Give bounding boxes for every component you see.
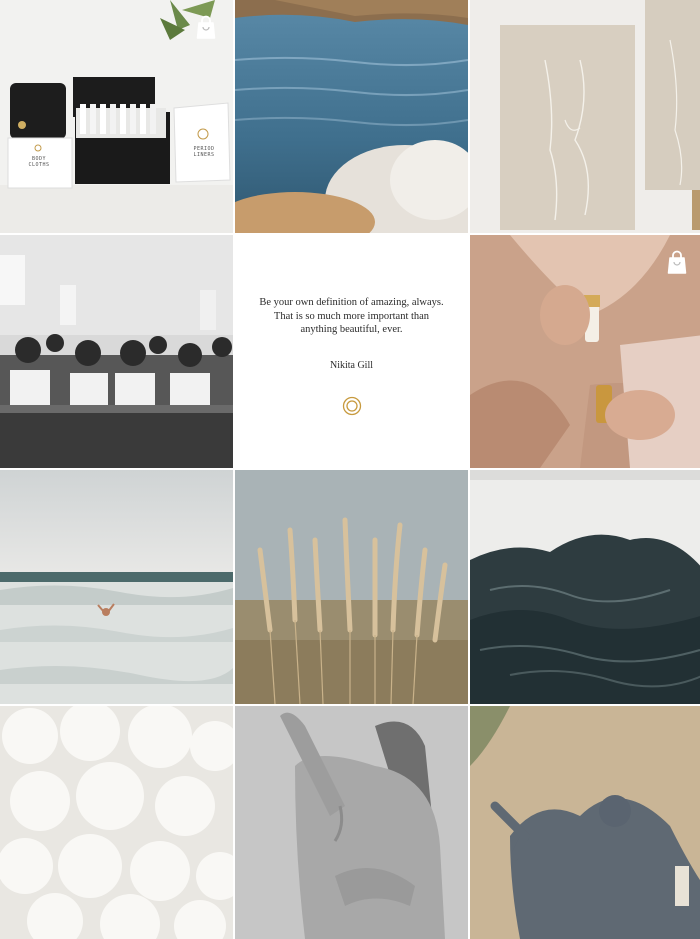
canvas-art-photo xyxy=(470,0,700,233)
tile-cotton[interactable] xyxy=(0,706,233,939)
shopping-bag-icon[interactable] xyxy=(662,247,692,277)
tile-wave-room[interactable] xyxy=(470,470,700,704)
tile-oil-bottles[interactable] xyxy=(470,235,700,468)
tile-quote[interactable]: Be your own definition of amazing, alway… xyxy=(235,235,468,468)
tile-classroom[interactable] xyxy=(0,235,233,468)
photo-feed-grid: BODY CLOTHS PERIOD LINERS Be your own de… xyxy=(0,0,700,939)
brand-rings-icon xyxy=(342,396,361,415)
tile-shadow-rock[interactable] xyxy=(470,706,700,939)
ocean-photo xyxy=(0,470,233,704)
period-liners-label: PERIOD LINERS xyxy=(193,146,215,158)
pampas-grass-photo xyxy=(235,470,468,704)
tile-back-figure[interactable] xyxy=(235,706,468,939)
shadow-rock-photo xyxy=(470,706,700,939)
quote-line: That is so much more important than xyxy=(273,310,430,322)
wave-room-photo xyxy=(470,470,700,704)
shopping-bag-icon[interactable] xyxy=(191,12,221,42)
tile-pampas-grass[interactable] xyxy=(235,470,468,704)
classroom-photo xyxy=(0,235,233,468)
tile-products[interactable]: BODY CLOTHS PERIOD LINERS xyxy=(0,0,233,233)
tile-sea-rocks[interactable] xyxy=(235,0,468,233)
quote-text: Be your own definition of amazing, alway… xyxy=(252,296,452,337)
sea-photo xyxy=(235,0,468,233)
quote-line: anything beautiful, ever. xyxy=(300,324,403,336)
tile-canvas-art[interactable] xyxy=(470,0,700,233)
quote-line: Be your own definition of amazing, alway… xyxy=(259,297,444,309)
body-cloths-label: BODY CLOTHS xyxy=(28,156,50,168)
back-figure-photo xyxy=(235,706,468,939)
tile-ocean-swimmer[interactable] xyxy=(0,470,233,704)
quote-author: Nikita Gill xyxy=(329,359,374,371)
cotton-photo xyxy=(0,706,233,939)
